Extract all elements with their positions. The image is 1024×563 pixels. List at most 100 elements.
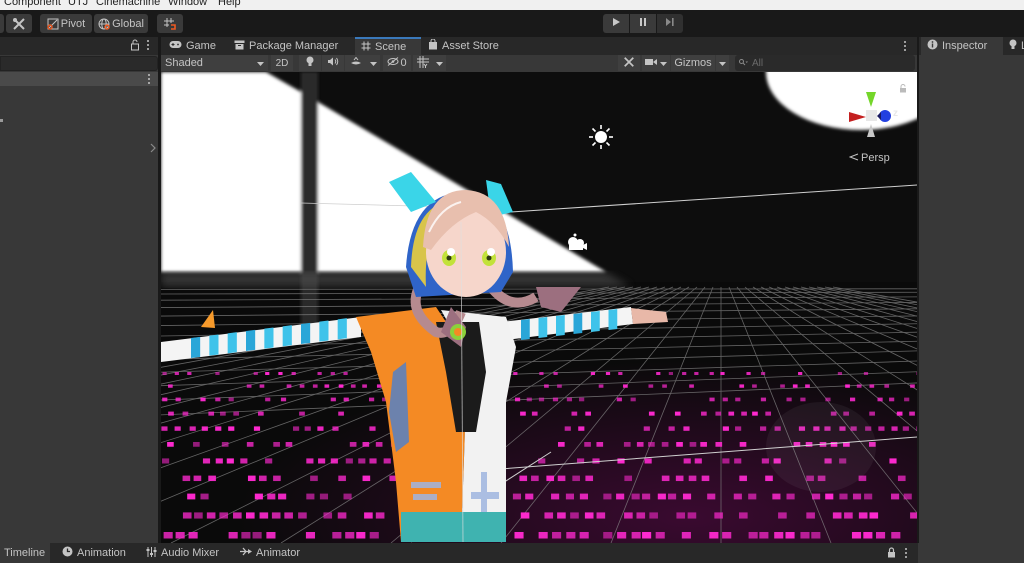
- axis-x-cone: [849, 112, 866, 122]
- hierarchy-item-fragment[interactable]: [0, 119, 3, 122]
- floor-dot: [891, 426, 898, 431]
- floor-dot: [266, 532, 276, 539]
- floor-dot: [844, 512, 853, 519]
- audio-toggle-button[interactable]: [322, 55, 344, 71]
- floor-dot: [330, 458, 338, 464]
- shading-mode-dropdown[interactable]: Shaded: [161, 55, 268, 71]
- pause-button[interactable]: [630, 14, 656, 33]
- floor-dot: [520, 411, 526, 416]
- tab-inspector[interactable]: Inspector: [921, 37, 1003, 55]
- scene-toolbar: Shaded 2D 0 Gizmos All: [161, 55, 917, 72]
- floor-dot: [168, 411, 174, 416]
- effects-dropdown[interactable]: [367, 55, 380, 71]
- floor-dot: [383, 458, 391, 464]
- floor-dot: [259, 512, 269, 519]
- floor-dot: [856, 384, 862, 388]
- gizmos-toggle[interactable]: Gizmos: [671, 55, 715, 71]
- lightbulb-icon: [1009, 39, 1017, 53]
- floor-dot: [709, 532, 719, 539]
- floor-dot: [519, 475, 528, 482]
- bottom-more-options-icon[interactable]: [904, 547, 908, 562]
- floor-dot: [722, 397, 728, 402]
- scene-search-input[interactable]: All: [735, 55, 915, 71]
- floor-dot: [734, 458, 742, 464]
- floor-dot: [676, 442, 683, 447]
- floor-dot: [780, 384, 785, 388]
- floor-dot: [565, 493, 575, 500]
- floor-dot: [337, 512, 347, 519]
- hierarchy-search-input[interactable]: [0, 56, 158, 71]
- floor-dot: [551, 493, 560, 500]
- expand-chevron-icon[interactable]: [150, 143, 156, 156]
- orientation-gizmo[interactable]: z: [841, 82, 901, 142]
- floor-dot: [825, 397, 831, 402]
- arm-stripe: [227, 332, 237, 354]
- floor-dot: [312, 384, 318, 388]
- menu-window[interactable]: Window: [168, 0, 207, 8]
- grid-dropdown[interactable]: [433, 55, 446, 71]
- scene-visibility-toggle[interactable]: 0: [383, 55, 411, 71]
- lighting-toggle-button[interactable]: [299, 55, 321, 71]
- lock-icon[interactable]: [130, 39, 140, 54]
- tab-animator[interactable]: Animator: [234, 543, 306, 563]
- floor-dot: [174, 372, 179, 375]
- axis-z-label: z: [893, 108, 898, 119]
- floor-dot: [683, 458, 691, 464]
- floor-dot: [845, 384, 850, 388]
- floor-dot: [864, 493, 873, 500]
- floor-dot: [869, 512, 879, 519]
- floor-dot: [668, 493, 677, 500]
- pivot-toggle[interactable]: Pivot: [40, 14, 92, 33]
- tab-scene[interactable]: Scene: [355, 37, 421, 55]
- floor-dot: [557, 475, 566, 482]
- floor-dot: [839, 493, 848, 500]
- tab-audio-mixer[interactable]: Audio Mixer: [140, 543, 225, 563]
- floor-dot: [863, 532, 873, 539]
- floor-dot: [278, 493, 287, 500]
- scene-more-options-icon[interactable]: [903, 40, 907, 55]
- more-options-icon[interactable]: [146, 39, 150, 54]
- gizmo-lock-icon[interactable]: [899, 84, 907, 96]
- menu-cinemachine[interactable]: Cinemachine: [96, 0, 160, 8]
- floor-dot: [739, 512, 748, 519]
- floor-dot: [760, 426, 767, 431]
- grid-snapping-button[interactable]: [157, 14, 183, 33]
- floor-dot: [512, 493, 522, 500]
- tab-game[interactable]: Game: [163, 37, 222, 55]
- scene-menu-icon[interactable]: [147, 73, 151, 88]
- menu-component[interactable]: Component: [4, 0, 61, 8]
- step-button[interactable]: [657, 14, 683, 33]
- bottom-lock-icon[interactable]: [887, 547, 896, 561]
- floor-dot: [538, 532, 548, 539]
- tab-asset-store[interactable]: Asset Store: [422, 37, 505, 55]
- transform-tool-button[interactable]: [0, 14, 4, 33]
- tab-lighting[interactable]: L: [1003, 37, 1024, 55]
- floor-dot: [806, 512, 815, 519]
- tab-timeline[interactable]: Timeline: [0, 543, 50, 563]
- floor-dot: [709, 372, 714, 375]
- hierarchy-scene-header[interactable]: [0, 72, 158, 86]
- grid-toggle-button[interactable]: [413, 55, 433, 71]
- floor-dot: [715, 442, 723, 447]
- gizmos-dropdown[interactable]: [716, 55, 729, 71]
- floor-dot: [338, 411, 344, 416]
- 2d-toggle-button[interactable]: 2D: [271, 55, 293, 71]
- scene-viewport[interactable]: z Persp: [161, 72, 917, 543]
- custom-tools-button[interactable]: [6, 14, 32, 33]
- floor-dot: [552, 532, 562, 539]
- menu-help[interactable]: Help: [218, 0, 241, 8]
- global-toggle[interactable]: Global: [94, 14, 148, 33]
- tab-package-manager[interactable]: Package Manager: [228, 37, 344, 55]
- play-button[interactable]: [603, 14, 629, 33]
- floor-dot: [709, 397, 715, 402]
- menu-utj[interactable]: UTJ: [68, 0, 88, 8]
- floor-dot: [291, 372, 296, 375]
- floor-dot: [201, 426, 208, 431]
- camera-settings-dropdown[interactable]: [642, 55, 670, 71]
- floor-dot: [304, 426, 311, 431]
- effects-toggle-button[interactable]: [345, 55, 367, 71]
- projection-toggle[interactable]: Persp: [848, 152, 890, 164]
- floor-dot: [233, 411, 240, 416]
- tools-overlay-button[interactable]: [618, 55, 640, 71]
- tab-animation[interactable]: Animation: [56, 543, 132, 563]
